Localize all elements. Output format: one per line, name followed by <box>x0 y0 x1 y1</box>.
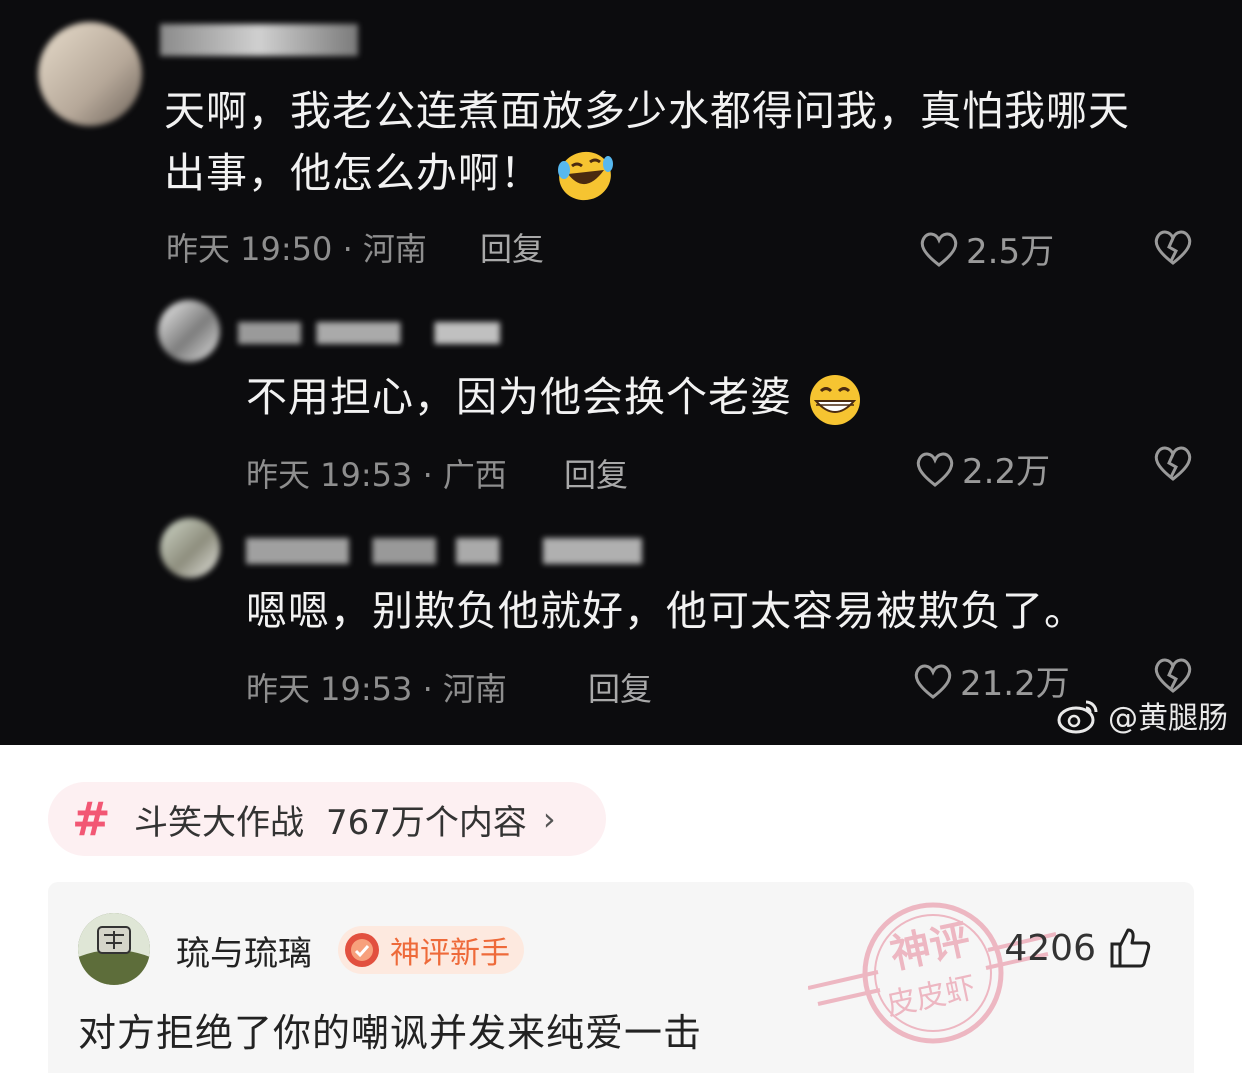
hashtag-icon: # <box>72 792 111 846</box>
comment-2-reply-button[interactable]: 回复 <box>564 450 628 496</box>
broken-heart-icon <box>1154 446 1192 481</box>
like-button[interactable] <box>1108 926 1152 974</box>
comment-1-text: 天啊，我老公连煮面放多少水都得问我，真怕我哪天 出事，他怎么办啊！ <box>164 80 1130 204</box>
comment-2-like-count: 2.2万 <box>962 452 1051 492</box>
comment-1-reply-button[interactable]: 回复 <box>480 224 544 270</box>
dislike-button[interactable] <box>1152 444 1194 482</box>
thumbs-up-icon <box>1110 928 1151 968</box>
watermark-text: @黄腿肠 <box>1108 701 1228 736</box>
comment-2-text: 不用担心，因为他会换个老婆 <box>246 366 864 428</box>
medal-icon <box>345 933 379 967</box>
dislike-button[interactable] <box>1152 656 1194 694</box>
topic-count: 767万个内容 <box>326 802 527 843</box>
god-comment-text: 对方拒绝了你的嘲讽并发来纯爱一击 <box>78 1011 703 1055</box>
weibo-icon <box>1057 700 1098 734</box>
comment-1-like-count: 2.5万 <box>966 232 1055 272</box>
comment-2-meta: 昨天 19:53 · 广西 <box>246 456 507 494</box>
broken-heart-icon <box>1154 658 1192 693</box>
heart-icon <box>916 452 954 487</box>
like-count: 4206 <box>1004 928 1096 969</box>
comment-3-meta: 昨天 19:53 · 河南 <box>246 670 507 708</box>
heart-icon <box>914 664 952 699</box>
commenter-name-blurred <box>160 24 358 56</box>
weibo-watermark: @黄腿肠 <box>1056 693 1228 737</box>
comment-3-like-count: 21.2万 <box>960 664 1070 704</box>
topic-name: 斗笑大作战 <box>134 802 304 843</box>
topic-chip[interactable]: # 斗笑大作战 767万个内容 › <box>48 782 606 856</box>
commenter-avatar-blurred <box>38 22 142 126</box>
avatar-image <box>78 913 150 985</box>
commenter-name-blurred <box>246 538 642 564</box>
comment-3-like-button[interactable]: 21.2万 <box>912 656 1070 705</box>
comment-3-reply-button[interactable]: 回复 <box>588 664 652 710</box>
heart-icon <box>920 232 958 267</box>
commenter-avatar-blurred <box>158 300 220 362</box>
embedded-comment-screenshot: 天啊，我老公连煮面放多少水都得问我，真怕我哪天 出事，他怎么办啊！ 昨天 19:… <box>0 0 1242 745</box>
laughing-tears-icon <box>558 151 614 201</box>
commenter-name-blurred <box>238 322 500 344</box>
commenter-avatar-blurred <box>160 518 220 578</box>
god-comment-stamp: 神评 皮皮虾 <box>807 888 1058 1062</box>
comment-2-like-button[interactable]: 2.2万 <box>914 444 1050 493</box>
status-badge: 神评新手 <box>338 926 524 974</box>
username[interactable]: 琉与琉璃 <box>176 926 312 975</box>
comment-1-meta: 昨天 19:50 · 河南 <box>166 230 427 268</box>
god-comment-card: 琉与琉璃 神评新手 神评 皮皮虾 4206 对方拒绝了你的嘲讽并发来纯爱一击 <box>48 882 1194 1073</box>
stamp-line-2: 皮皮虾 <box>883 970 978 1023</box>
badge-label: 神评新手 <box>390 936 510 971</box>
chevron-right-icon: › <box>542 800 556 838</box>
comment-1-like-button[interactable]: 2.5万 <box>918 224 1054 273</box>
comment-3-text: 嗯嗯，别欺负他就好，他可太容易被欺负了。 <box>246 587 1086 635</box>
broken-heart-icon <box>1154 230 1192 265</box>
avatar[interactable] <box>78 913 150 985</box>
grinning-icon <box>810 375 861 425</box>
dislike-button[interactable] <box>1152 228 1194 266</box>
